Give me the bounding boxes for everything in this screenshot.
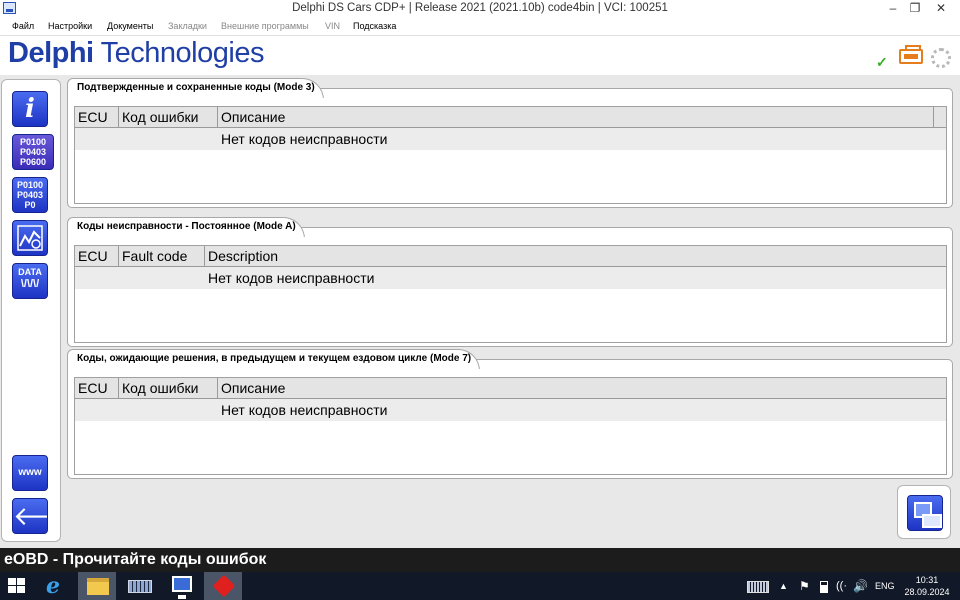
no-codes-message: Нет кодов неисправности [208, 270, 375, 286]
col-ecu[interactable]: ECU [75, 246, 119, 266]
live-data-button[interactable] [12, 220, 48, 256]
panel-permanent-codes: Коды неисправности - Постоянное (Mode A)… [67, 217, 953, 347]
table-header: ECU Код ошибки Описание [75, 107, 946, 128]
no-codes-message: Нет кодов неисправности [221, 402, 388, 418]
printer-icon [907, 495, 943, 531]
clock-date: 28.09.2024 [904, 587, 950, 597]
waveform-icon: \/\/\/ [20, 278, 40, 290]
main-area: i P0100 P0403 P0600 P0100 P0403 P0 DATA … [0, 75, 960, 548]
menu-file[interactable]: Файл [12, 21, 34, 31]
table-header: ECU Fault code Description [75, 246, 946, 267]
col-description[interactable]: Description [205, 246, 948, 266]
col-ecu[interactable]: ECU [75, 378, 119, 398]
volume-icon[interactable]: 🔊 [853, 572, 868, 600]
taskbar-on-screen-keyboard[interactable] [120, 572, 158, 600]
table-row[interactable]: Нет кодов неисправности [75, 128, 946, 150]
menu-help[interactable]: Подсказка [353, 21, 396, 31]
window-title: Delphi DS Cars CDP+ | Release 2021 (2021… [292, 2, 668, 14]
data-button[interactable]: DATA \/\/\/ [12, 263, 48, 299]
print-report-button[interactable] [897, 485, 951, 539]
col-description[interactable]: Описание [218, 107, 934, 127]
back-arrow-button[interactable]: 🡐 [12, 498, 48, 534]
show-hidden-icons-icon[interactable]: ▲ [779, 572, 788, 600]
windows-taskbar: e ▲ ⚑ ((· 🔊 ENG 10:31 28.09.2024 [0, 572, 960, 600]
read-codes-code: P0403 [19, 147, 47, 157]
menu-external-programs[interactable]: Внешние программы [221, 21, 309, 31]
delphi-logo: Delphi Technologies [8, 37, 264, 69]
remote-desktop-icon [172, 576, 192, 599]
codes-table[interactable]: ECU Fault code Description Нет кодов неи… [74, 245, 947, 343]
close-button[interactable]: ✕ [926, 0, 956, 18]
table-header: ECU Код ошибки Описание [75, 378, 946, 399]
menu-bar: Файл Настройки Документы Закладки Внешни… [0, 18, 960, 36]
header: Delphi Technologies ✓ [0, 37, 960, 75]
table-row[interactable]: Нет кодов неисправности [75, 267, 946, 289]
www-button[interactable]: www [12, 455, 48, 491]
network-icon[interactable]: ((· [836, 572, 847, 600]
clear-codes-code: P0403 [16, 190, 44, 200]
battery-icon [899, 45, 923, 64]
taskbar-clock[interactable]: 10:31 28.09.2024 [900, 574, 954, 598]
start-button[interactable] [0, 572, 38, 600]
taskbar-remote-desktop[interactable] [162, 572, 200, 600]
status-bar: eOBD - Прочитайте коды ошибок [0, 548, 960, 572]
gauge-chart-icon [17, 225, 43, 251]
taskbar-file-explorer[interactable] [78, 572, 116, 600]
table-row[interactable]: Нет кодов неисправности [75, 399, 946, 421]
clock-time: 10:31 [915, 575, 939, 585]
connection-ok-icon: ✓ [876, 54, 888, 70]
panel-pending-codes: Коды, ожидающие решения, в предыдущем и … [67, 349, 953, 479]
battery-tray-icon[interactable] [820, 581, 828, 593]
no-codes-message: Нет кодов неисправности [221, 131, 388, 147]
panel-title: Коды, ожидающие решения, в предыдущем и … [67, 349, 481, 371]
vehicle-info-button[interactable]: i [12, 91, 48, 127]
taskbar-delphi-app[interactable] [204, 572, 242, 600]
read-codes-code: P0600 [19, 157, 47, 167]
busy-spinner-icon [931, 48, 951, 68]
delphi-app-icon [212, 574, 236, 598]
title-bar: Delphi DS Cars CDP+ | Release 2021 (2021… [0, 0, 960, 18]
codes-table[interactable]: ECU Код ошибки Описание Нет кодов неиспр… [74, 106, 947, 204]
menu-documents[interactable]: Документы [107, 21, 153, 31]
clear-codes-button[interactable]: P0100 P0403 P0 [12, 177, 48, 213]
input-language[interactable]: ENG [875, 572, 895, 600]
menu-vin[interactable]: VIN [325, 21, 340, 31]
read-codes-code: P0100 [19, 137, 47, 147]
panel-title: Подтвержденные и сохраненные коды (Mode … [67, 78, 324, 100]
clear-codes-code: P0 [24, 200, 36, 210]
panel-confirmed-codes: Подтвержденные и сохраненные коды (Mode … [67, 78, 953, 208]
col-code[interactable]: Код ошибки [119, 107, 218, 127]
action-center-flag-icon[interactable]: ⚑ [799, 572, 810, 600]
keyboard-icon [128, 580, 152, 593]
internet-explorer-icon: e [46, 573, 60, 599]
panel-title: Коды неисправности - Постоянное (Mode A) [67, 217, 305, 239]
menu-settings[interactable]: Настройки [48, 21, 92, 31]
col-ecu[interactable]: ECU [75, 107, 119, 127]
sidebar: i P0100 P0403 P0600 P0100 P0403 P0 DATA … [1, 79, 61, 542]
touch-keyboard-icon[interactable] [747, 581, 769, 593]
data-label: DATA [18, 267, 42, 277]
clear-codes-code: P0100 [16, 180, 44, 190]
folder-icon [87, 578, 109, 595]
col-code[interactable]: Fault code [119, 246, 205, 266]
col-description[interactable]: Описание [218, 378, 948, 398]
windows-logo-icon [8, 578, 26, 594]
taskbar-internet-explorer[interactable]: e [38, 572, 76, 600]
read-codes-button[interactable]: P0100 P0403 P0600 [12, 134, 54, 170]
menu-bookmarks[interactable]: Закладки [168, 21, 207, 31]
codes-table[interactable]: ECU Код ошибки Описание Нет кодов неиспр… [74, 377, 947, 475]
col-code[interactable]: Код ошибки [119, 378, 218, 398]
